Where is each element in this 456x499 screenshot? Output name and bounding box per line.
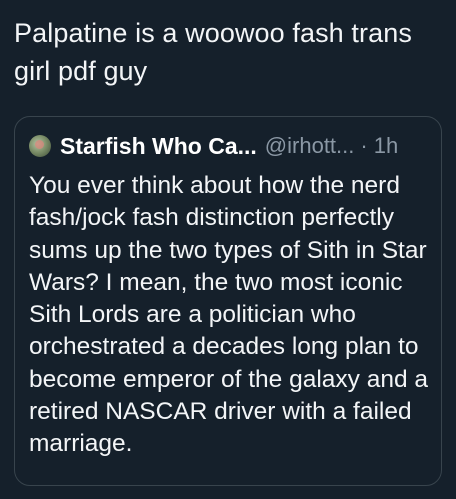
quoted-author-handle[interactable]: @irhott... [265, 133, 355, 159]
avatar[interactable] [29, 135, 51, 157]
quoted-tweet-card[interactable]: Starfish Who Ca... @irhott... · 1h You e… [14, 116, 442, 486]
quoted-author-name[interactable]: Starfish Who Ca... [60, 133, 257, 160]
quoted-tweet-header: Starfish Who Ca... @irhott... · 1h [29, 130, 429, 162]
tweet-screen: Palpatine is a woowoo fash trans girl pd… [0, 0, 456, 499]
quoted-tweet-time[interactable]: 1h [374, 133, 398, 159]
quoted-tweet-text: You ever think about how the nerd fash/j… [29, 172, 429, 458]
separator-dot: · [360, 133, 368, 158]
tweet-text: Palpatine is a woowoo fash trans girl pd… [14, 18, 412, 86]
